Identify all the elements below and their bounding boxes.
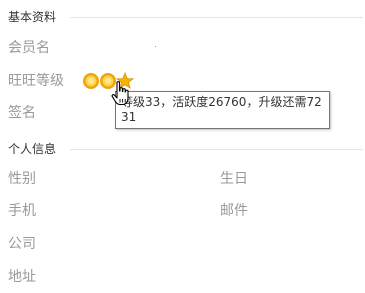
member-name-label: 会员名	[8, 40, 50, 56]
hand-cursor-icon	[111, 81, 129, 106]
birthday-label: 生日	[220, 171, 248, 187]
member-name-value	[155, 46, 156, 47]
personal-info-divider	[70, 149, 363, 150]
personal-info-title: 个人信息	[8, 142, 57, 156]
phone-label: 手机	[8, 203, 36, 219]
basic-info-title: 基本资料	[8, 10, 57, 24]
wangwang-level-label: 旺旺等级	[8, 73, 64, 89]
signature-label: 签名	[8, 105, 36, 121]
level-tooltip: 等级33，活跃度26760，升级还需7231	[115, 91, 330, 129]
sun-icon	[83, 73, 99, 89]
company-label: 公司	[8, 236, 36, 252]
basic-info-divider	[70, 17, 363, 18]
address-label: 地址	[8, 269, 36, 285]
gender-label: 性别	[8, 171, 36, 187]
email-label: 邮件	[220, 203, 248, 219]
